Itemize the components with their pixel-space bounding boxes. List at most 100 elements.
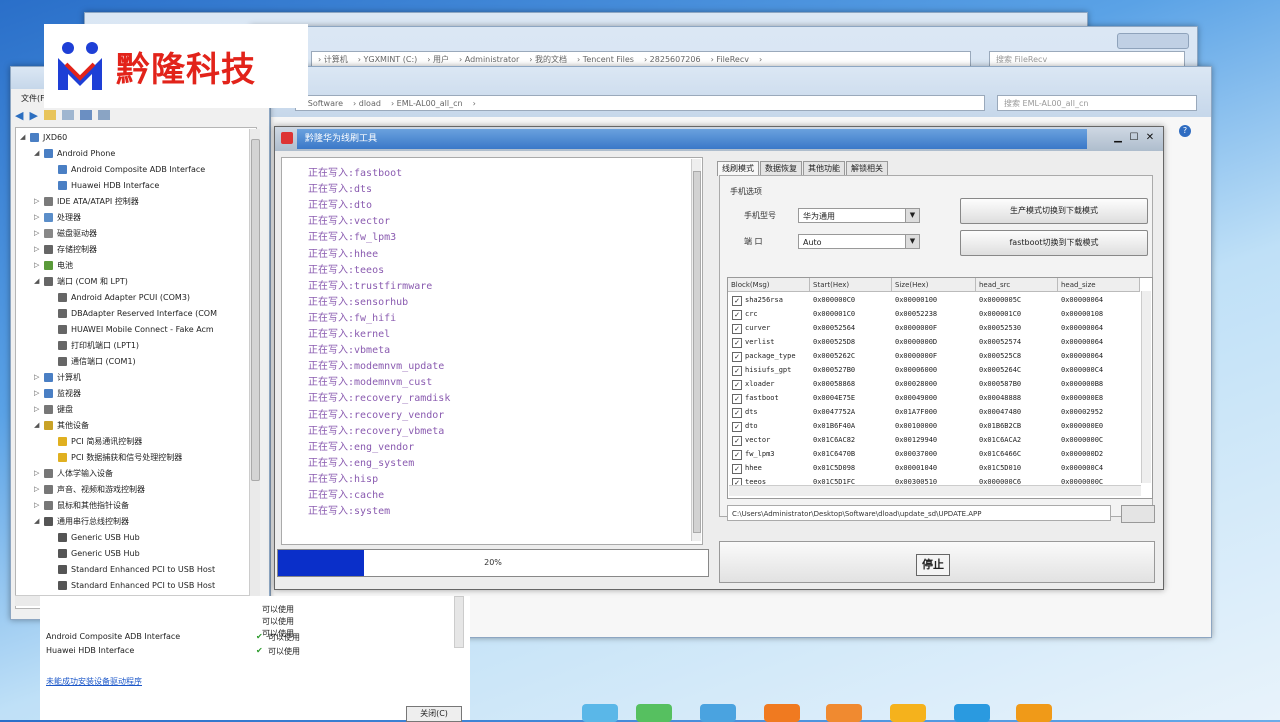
device-tree-item[interactable]: Standard Enhanced PCI to USB Host xyxy=(48,562,215,577)
back-address-bar[interactable]: › 计算机 › YGXMINT (C:) › 用户 › Administrator › … xyxy=(311,51,971,67)
expander-icon[interactable]: ◢ xyxy=(34,146,42,161)
expander-icon[interactable]: ◢ xyxy=(20,130,28,145)
address-crumb[interactable]: › 2825607206 xyxy=(644,55,701,64)
expander-icon[interactable]: ▷ xyxy=(34,242,42,257)
row-checkbox[interactable]: ✓ xyxy=(732,380,742,390)
back-window-controls[interactable] xyxy=(1117,33,1189,49)
port-select[interactable]: Auto ▼ xyxy=(798,234,920,249)
tab-0[interactable]: 线刷模式 xyxy=(717,161,759,176)
expander-icon[interactable]: ▷ xyxy=(34,210,42,225)
device-tree-item[interactable]: 打印机端口 (LPT1) xyxy=(48,338,139,353)
row-checkbox[interactable]: ✓ xyxy=(732,296,742,306)
device-tree-item[interactable]: ▷ 磁盘驱动器 xyxy=(34,226,97,241)
row-checkbox[interactable]: ✓ xyxy=(732,436,742,446)
forward-arrow-icon[interactable]: ▶ xyxy=(29,109,37,122)
taskbar-app-icon[interactable] xyxy=(636,704,672,722)
properties-scrollbar[interactable] xyxy=(454,596,464,648)
device-tree-item[interactable]: ◢ 端口 (COM 和 LPT) xyxy=(34,274,128,289)
row-checkbox[interactable]: ✓ xyxy=(732,394,742,404)
table-column-header[interactable]: head_src xyxy=(976,278,1058,292)
table-column-header[interactable]: Size(Hex) xyxy=(892,278,976,292)
tab-2[interactable]: 其他功能 xyxy=(803,161,845,176)
device-tree-item[interactable]: HUAWEI Mobile Connect - Fake Acm xyxy=(48,322,214,337)
partition-table-hscroll[interactable] xyxy=(729,485,1141,496)
device-tree-scroll-thumb[interactable] xyxy=(251,139,260,481)
address-crumb[interactable]: › dload xyxy=(353,99,381,108)
row-checkbox[interactable]: ✓ xyxy=(732,338,742,348)
device-tree-item[interactable]: ◢ Android Phone xyxy=(34,146,115,161)
address-crumb[interactable]: › 计算机 xyxy=(318,55,348,64)
device-tree-item[interactable]: ◢ 通用串行总线控制器 xyxy=(34,514,129,529)
device-tree-item[interactable]: ▷ 电池 xyxy=(34,258,73,273)
device-tree-item[interactable]: ▷ 存储控制器 xyxy=(34,242,97,257)
device-tree-item[interactable]: Standard Enhanced PCI to USB Host xyxy=(48,578,215,593)
device-tree-item[interactable]: DBAdapter Reserved Interface (COM xyxy=(48,306,217,321)
partition-table-vscroll[interactable] xyxy=(1141,291,1151,483)
expander-icon[interactable]: ◢ xyxy=(34,514,42,529)
taskbar-app-icon[interactable] xyxy=(700,704,736,722)
taskbar-app-icon[interactable] xyxy=(826,704,862,722)
table-column-header[interactable]: head_size xyxy=(1058,278,1140,292)
address-crumb[interactable]: › xyxy=(473,99,476,108)
device-tree-item[interactable]: ▷ 鼠标和其他指针设备 xyxy=(34,498,129,513)
mid-search-input[interactable]: 搜索 EML-AL00_all_cn xyxy=(997,95,1197,111)
row-checkbox[interactable]: ✓ xyxy=(732,464,742,474)
address-crumb[interactable]: › 我的文档 xyxy=(529,55,567,64)
minimize-icon[interactable]: ▁ xyxy=(1111,132,1125,144)
device-tree-item[interactable]: ▷ IDE ATA/ATAPI 控制器 xyxy=(34,194,139,209)
address-crumb[interactable]: › 用户 xyxy=(427,55,449,64)
browse-button[interactable] xyxy=(1121,505,1155,523)
taskbar-app-icon[interactable] xyxy=(954,704,990,722)
expander-icon[interactable]: ▷ xyxy=(34,498,42,513)
expander-icon[interactable]: ▷ xyxy=(34,466,42,481)
device-tree-item[interactable]: Generic USB Hub xyxy=(48,546,140,561)
tab-3[interactable]: 解锁相关 xyxy=(846,161,888,176)
firmware-path-field[interactable]: C:\Users\Administrator\Desktop\Software\… xyxy=(727,505,1111,521)
device-tree-item[interactable]: ◢ JXD60 xyxy=(20,130,67,145)
help-icon[interactable]: ? xyxy=(1179,125,1191,137)
device-tree-item[interactable]: ▷ 键盘 xyxy=(34,402,73,417)
device-tree-scrollbar[interactable] xyxy=(249,129,260,607)
address-crumb[interactable]: › FileRecv xyxy=(711,55,749,64)
device-tree-item[interactable]: ▷ 处理器 xyxy=(34,210,81,225)
back-search-input[interactable]: 搜索 FileRecv xyxy=(989,51,1185,67)
expander-icon[interactable]: ▷ xyxy=(34,386,42,401)
device-tree-item[interactable]: Huawei HDB Interface xyxy=(48,178,159,193)
properties-icon[interactable] xyxy=(79,110,92,120)
expander-icon[interactable]: ▷ xyxy=(34,226,42,241)
chevron-down-icon[interactable]: ▼ xyxy=(905,209,919,222)
production-to-download-button[interactable]: 生产模式切换到下载模式 xyxy=(960,198,1148,224)
chevron-down-icon[interactable]: ▼ xyxy=(905,235,919,248)
table-column-header[interactable]: Start(Hex) xyxy=(810,278,892,292)
expander-icon[interactable]: ▷ xyxy=(34,402,42,417)
scan-icon[interactable] xyxy=(97,110,110,120)
device-tree-item[interactable]: ▷ 声音、视频和游戏控制器 xyxy=(34,482,145,497)
back-arrow-icon[interactable]: ◀ xyxy=(15,109,23,122)
taskbar-app-icon[interactable] xyxy=(890,704,926,722)
device-tree-item[interactable]: PCI 简易通讯控制器 xyxy=(48,434,142,449)
model-select[interactable]: 华为通用 ▼ xyxy=(798,208,920,223)
row-checkbox[interactable]: ✓ xyxy=(732,324,742,334)
mid-address-bar[interactable]: › Software › dload › EML-AL00_all_cn › xyxy=(295,95,985,111)
flash-log-scroll-thumb[interactable] xyxy=(693,171,701,533)
device-tree-item[interactable]: 通信端口 (COM1) xyxy=(48,354,136,369)
device-tree-item[interactable]: PCI 数据捕获和信号处理控制器 xyxy=(48,450,182,465)
device-tree-item[interactable]: ▷ 人体学输入设备 xyxy=(34,466,113,481)
partition-table[interactable]: Block(Msg) Start(Hex) Size(Hex) head_src hea… xyxy=(727,277,1153,499)
driver-help-link[interactable]: 未能成功安装设备驱动程序 xyxy=(46,676,142,687)
close-icon[interactable]: ✕ xyxy=(1143,132,1157,144)
view-icon[interactable] xyxy=(61,110,74,120)
expander-icon[interactable]: ▷ xyxy=(34,482,42,497)
expander-icon[interactable]: ▷ xyxy=(34,194,42,209)
device-tree-item[interactable]: Generic USB Hub xyxy=(48,530,140,545)
device-tree[interactable]: ◢ JXD60 ◢ Android Phone Android Composite AD… xyxy=(15,127,257,609)
address-crumb[interactable]: › xyxy=(759,55,762,64)
row-checkbox[interactable]: ✓ xyxy=(732,352,742,362)
expander-icon[interactable]: ◢ xyxy=(34,274,42,289)
address-crumb[interactable]: › Administrator xyxy=(459,55,519,64)
expander-icon[interactable]: ▷ xyxy=(34,370,42,385)
taskbar-app-icon[interactable] xyxy=(764,704,800,722)
expander-icon[interactable]: ◢ xyxy=(34,418,42,433)
device-tree-item[interactable]: Android Adapter PCUI (COM3) xyxy=(48,290,190,305)
maximize-icon[interactable]: ☐ xyxy=(1127,132,1141,144)
